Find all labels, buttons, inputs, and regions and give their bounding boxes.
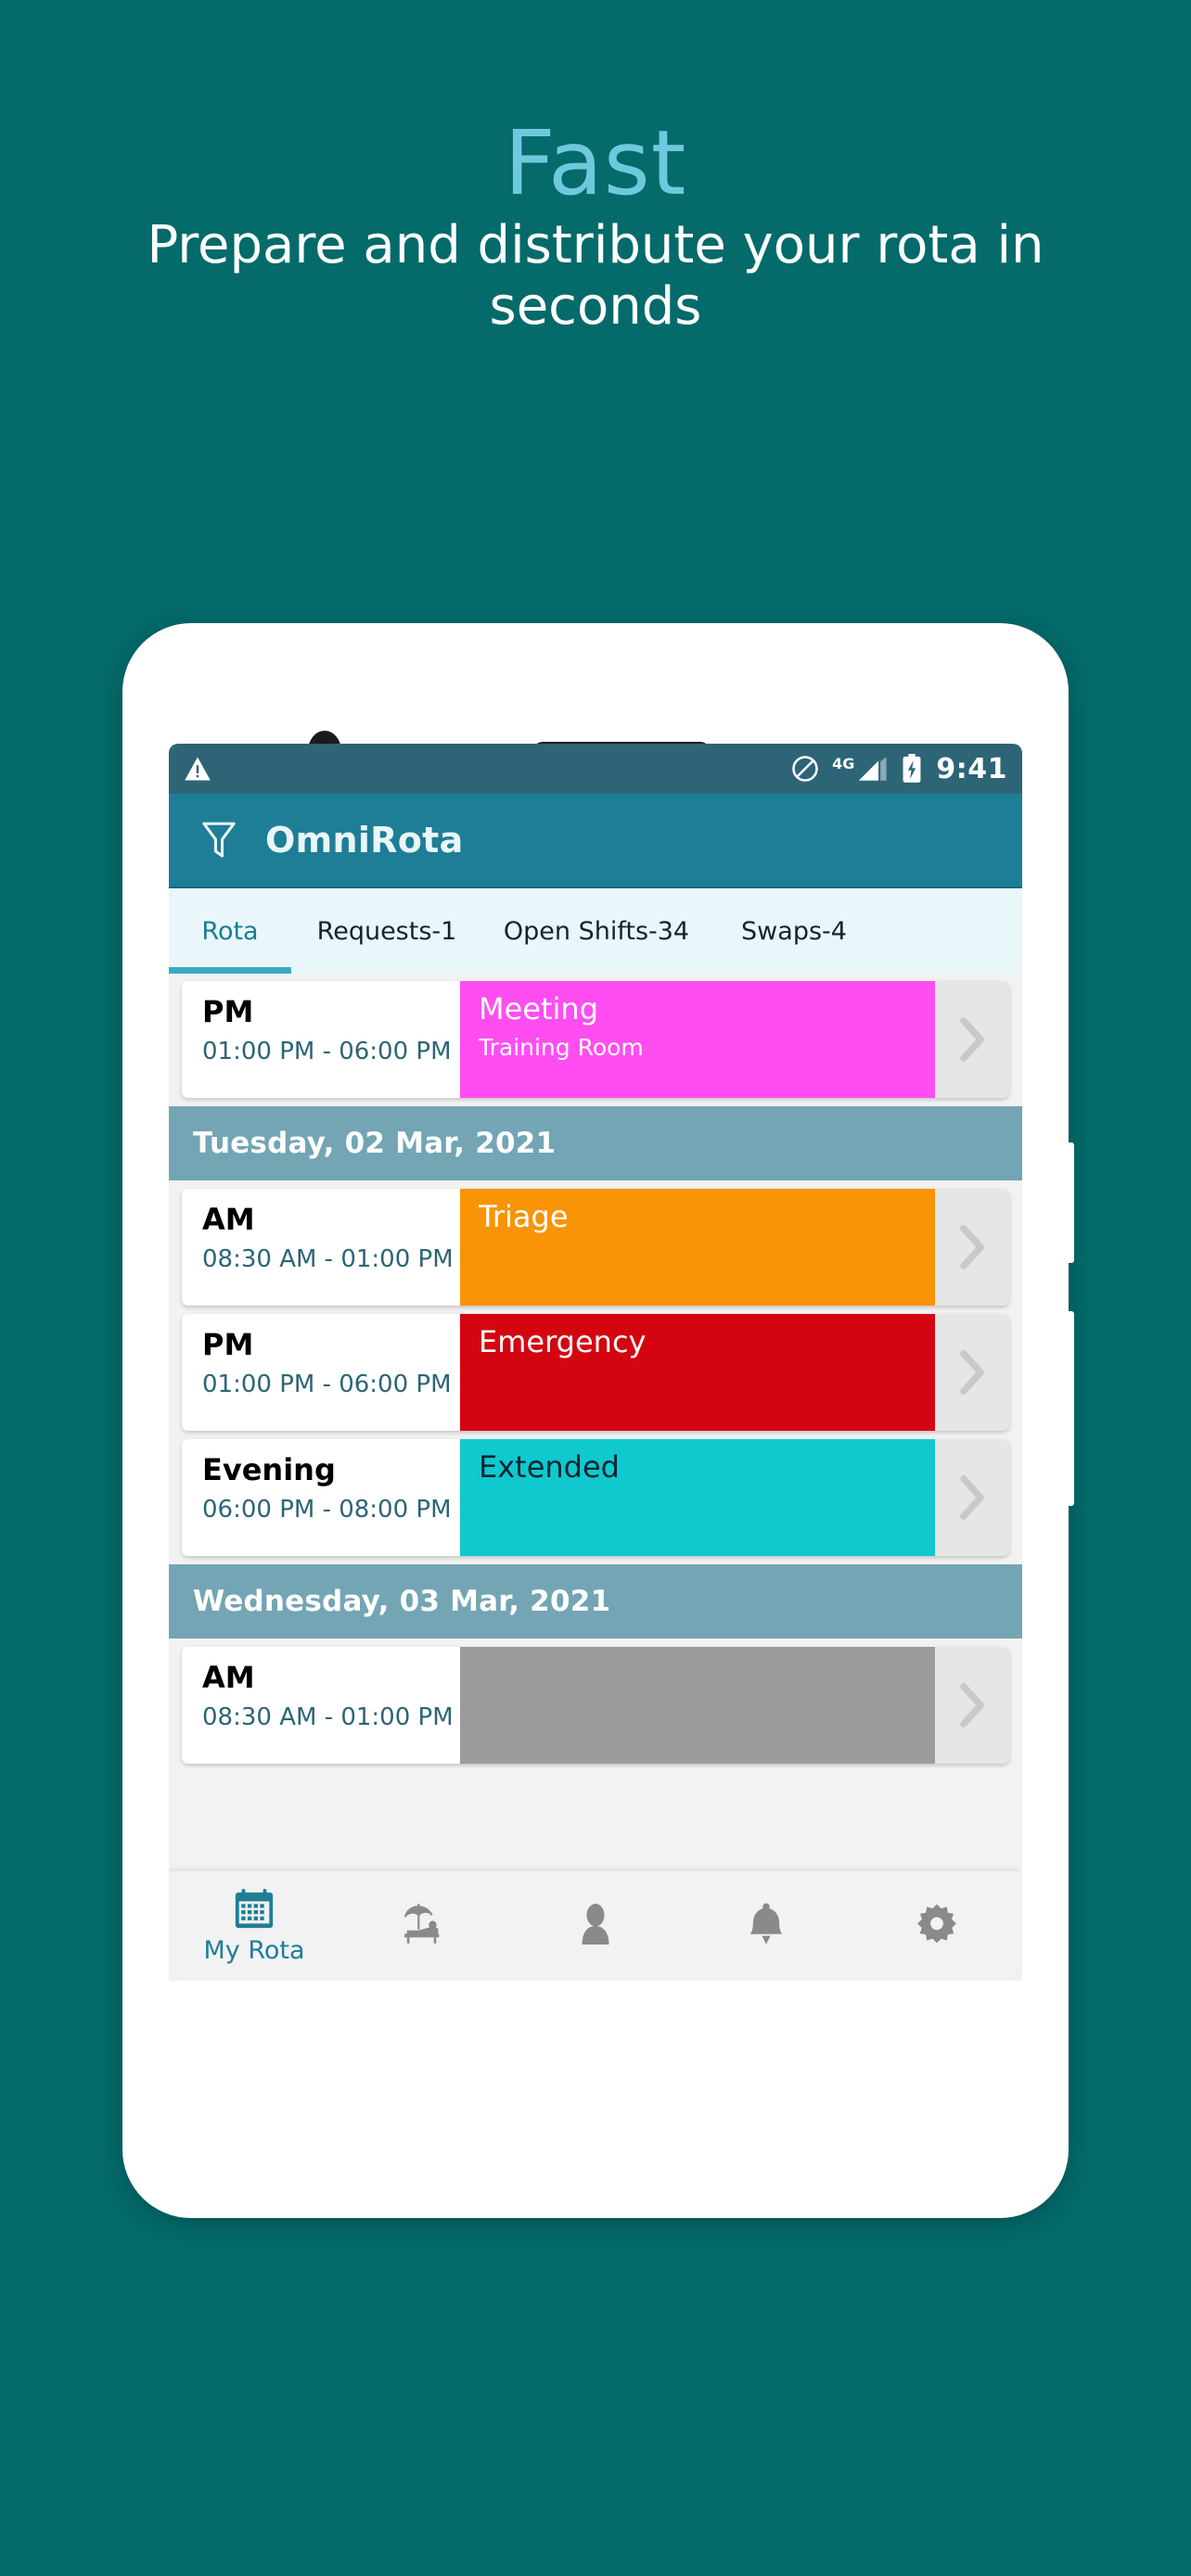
phone-screen: 4G 9:41 OmniRota Rota Requests-1 Open Sh… [169, 744, 1022, 2070]
shift-detail-cell: Triage [460, 1189, 935, 1306]
bottom-navigation: My Rota [169, 1871, 1022, 1981]
shift-period: AM [202, 1660, 255, 1695]
shift-subtitle: Training Room [479, 1033, 644, 1061]
table-row[interactable]: PM 01:00 PM - 06:00 PM Meeting Training … [182, 981, 1009, 1098]
shift-time-cell: AM 08:30 AM - 01:00 PM [182, 1189, 460, 1306]
tab-requests[interactable]: Requests-1 [291, 888, 482, 974]
tab-swaps[interactable]: Swaps-4 [711, 888, 877, 974]
tab-rota[interactable]: Rota [169, 888, 291, 974]
chevron-right-icon [960, 1475, 984, 1520]
shift-open-button[interactable] [935, 1189, 1009, 1306]
table-row[interactable]: AM 08:30 AM - 01:00 PM Triage [182, 1189, 1009, 1306]
shift-detail-cell: Meeting Training Room [460, 981, 935, 1098]
table-row[interactable]: AM 08:30 AM - 01:00 PM [182, 1647, 1009, 1764]
table-row[interactable]: Evening 06:00 PM - 08:00 PM Extended [182, 1439, 1009, 1556]
network-type-label: 4G [832, 755, 855, 772]
chevron-right-icon [960, 1350, 984, 1395]
phone-volume-button[interactable] [1067, 1142, 1074, 1263]
shift-title: Meeting [479, 991, 599, 1027]
shift-period: PM [202, 994, 254, 1029]
shift-time-cell: AM 08:30 AM - 01:00 PM [182, 1647, 460, 1764]
signal-bars-icon [859, 757, 887, 781]
shift-period: AM [202, 1202, 255, 1237]
shift-time-cell: PM 01:00 PM - 06:00 PM [182, 981, 460, 1098]
promo-page: Fast Prepare and distribute your rota in… [0, 0, 1191, 2576]
promo-subtitle: Prepare and distribute your rota in seco… [147, 215, 1044, 338]
nav-item-leave[interactable] [339, 1871, 510, 1981]
nav-item-label: My Rota [203, 1935, 305, 1965]
status-bar: 4G 9:41 [169, 744, 1022, 794]
shift-detail-cell [460, 1647, 935, 1764]
shift-title: Extended [479, 1449, 620, 1485]
chevron-right-icon [960, 1225, 984, 1269]
phone-power-button[interactable] [1067, 1311, 1074, 1506]
status-bar-clock: 9:41 [936, 752, 1007, 785]
app-bar: OmniRota [169, 794, 1022, 886]
shift-period: PM [202, 1327, 254, 1362]
shift-period: Evening [202, 1452, 336, 1487]
date-header: Tuesday, 02 Mar, 2021 [169, 1106, 1022, 1180]
beach-umbrella-icon [403, 1904, 440, 1944]
status-bar-left [184, 756, 211, 782]
shift-open-button[interactable] [935, 981, 1009, 1098]
chevron-right-icon [960, 1683, 984, 1728]
rota-list[interactable]: PM 01:00 PM - 06:00 PM Meeting Training … [169, 974, 1022, 1981]
nav-item-notifications[interactable] [681, 1871, 852, 1981]
person-icon [582, 1904, 609, 1945]
shift-time: 08:30 AM - 01:00 PM [202, 1703, 454, 1732]
battery-charging-icon [903, 754, 921, 783]
shift-title: Emergency [479, 1324, 647, 1359]
tab-open-shifts[interactable]: Open Shifts-34 [482, 888, 711, 974]
app-title: OmniRota [265, 820, 464, 861]
shift-open-button[interactable] [935, 1647, 1009, 1764]
tab-bar: Rota Requests-1 Open Shifts-34 Swaps-4 [169, 886, 1022, 974]
nav-item-my-rota[interactable]: My Rota [169, 1871, 339, 1981]
nav-item-profile[interactable] [510, 1871, 681, 1981]
promo-headline: Fast [504, 111, 687, 215]
calendar-icon [235, 1888, 274, 1928]
shift-time: 01:00 PM - 06:00 PM [202, 1371, 452, 1399]
shift-time: 06:00 PM - 08:00 PM [202, 1496, 452, 1524]
shift-time-cell: PM 01:00 PM - 06:00 PM [182, 1314, 460, 1431]
funnel-filter-icon[interactable] [200, 821, 237, 860]
signal-group: 4G [832, 755, 888, 783]
date-header: Wednesday, 03 Mar, 2021 [169, 1564, 1022, 1639]
warning-triangle-icon [185, 757, 211, 781]
chevron-right-icon [960, 1017, 984, 1062]
shift-detail-cell: Emergency [460, 1314, 935, 1431]
shift-title: Triage [479, 1199, 569, 1234]
do-not-disturb-icon [792, 756, 818, 782]
table-row[interactable]: PM 01:00 PM - 06:00 PM Emergency [182, 1314, 1009, 1431]
gear-icon [917, 1904, 956, 1944]
shift-detail-cell: Extended [460, 1439, 935, 1556]
shift-open-button[interactable] [935, 1439, 1009, 1556]
shift-time-cell: Evening 06:00 PM - 08:00 PM [182, 1439, 460, 1556]
bell-icon [749, 1903, 783, 1945]
shift-open-button[interactable] [935, 1314, 1009, 1431]
status-bar-right: 4G 9:41 [791, 753, 1007, 785]
shift-time: 01:00 PM - 06:00 PM [202, 1038, 452, 1066]
phone-mockup: 4G 9:41 OmniRota Rota Requests-1 Open Sh… [122, 623, 1074, 2218]
shift-time: 08:30 AM - 01:00 PM [202, 1245, 454, 1274]
nav-item-settings[interactable] [852, 1871, 1022, 1981]
